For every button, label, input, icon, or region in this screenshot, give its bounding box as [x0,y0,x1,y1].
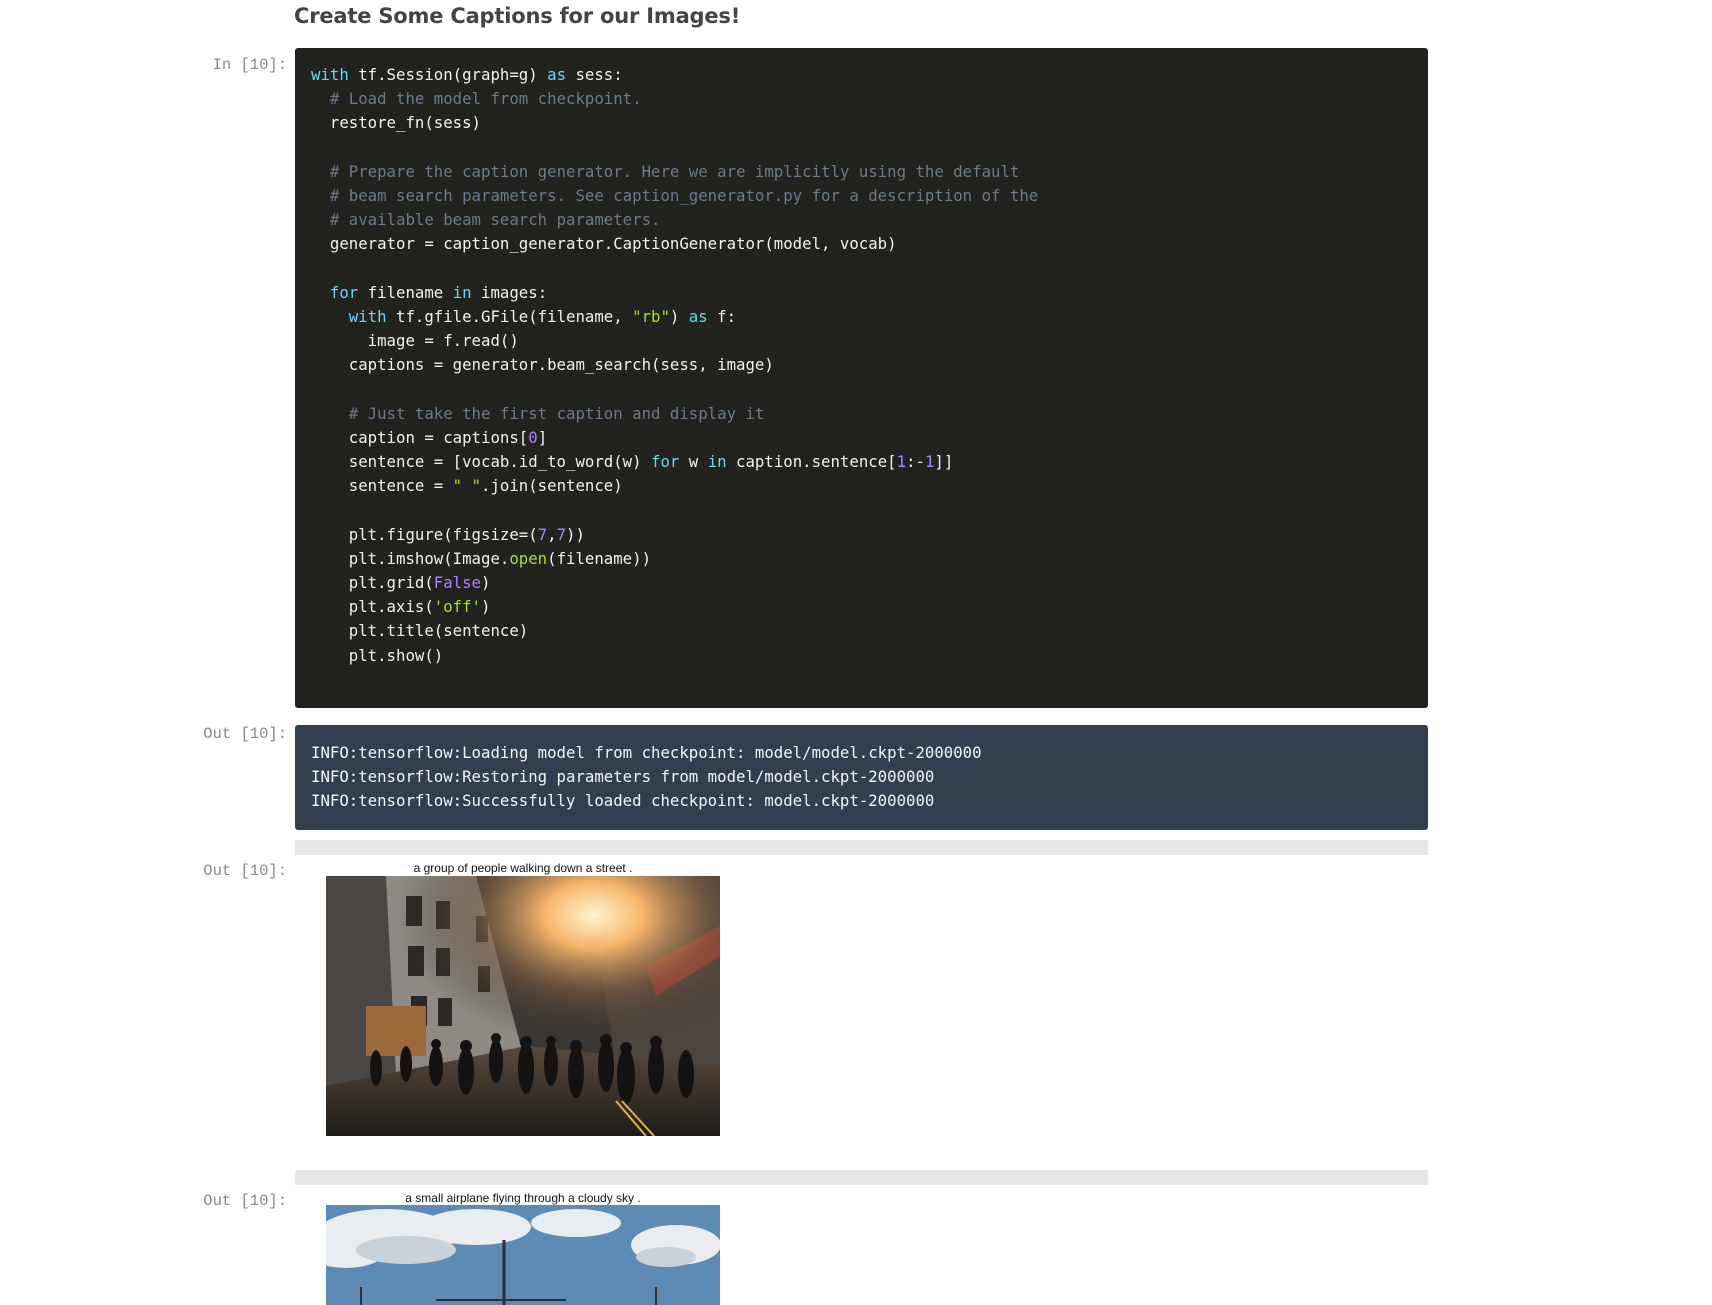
output-line: INFO:tensorflow:Successfully loaded chec… [311,791,935,811]
code-line: captions = generator.beam_search(sess, i… [311,355,774,375]
output-scroll-bar[interactable] [295,840,1428,855]
code-line: with tf.gfile.GFile(filename, "rb") as f… [348,306,737,326]
stream-output: INFO:tensorflow:Loading model from check… [295,725,1428,830]
city-street-crowd-photo [326,876,720,1136]
code-line: plt.title(sentence) [311,621,529,641]
code-line: sentence = " ".join(sentence) [311,476,623,496]
code-line: sentence = [vocab.id_to_word(w) for w in… [311,452,954,471]
code-line: plt.show() [311,645,444,665]
code-line: # Just take the first caption and displa… [348,403,765,423]
output-prompt: Out [10]: [203,1192,287,1210]
code-line: plt.imshow(Image.open(filename)) [311,548,652,568]
output-line: INFO:tensorflow:Loading model from check… [311,743,982,762]
code-line: restore_fn(sess) [311,113,482,133]
output-prompt: Out [10]: [203,725,287,743]
airplane-cloudy-sky-photo [326,1205,720,1305]
code-line: plt.figure(figsize=(7,7)) [311,524,585,544]
code-line: plt.axis('off') [311,597,491,617]
figure-caption: a small airplane flying through a cloudy… [405,1191,641,1205]
output-scroll-bar[interactable] [295,1170,1428,1185]
code-line: # Load the model from checkpoint. [329,89,642,109]
code-line: generator = caption_generator.CaptionGen… [311,234,897,254]
output-line: INFO:tensorflow:Restoring parameters fro… [311,767,935,787]
code-line: # beam search parameters. See caption_ge… [329,185,1039,205]
code-cell[interactable]: with tf.Session(graph=g) as sess: # Load… [295,48,1428,708]
code-line: for filename in images: [329,282,548,302]
code-line: plt.grid(False) [311,572,491,592]
code-line: with tf.Session(graph=g) as sess: [311,65,623,84]
figure-caption: a group of people walking down a street … [413,861,633,875]
code-line: image = f.read() [311,331,519,351]
input-prompt: In [10]: [212,56,287,74]
section-heading: Create Some Captions for our Images! [294,4,741,28]
code-line: # Prepare the caption generator. Here we… [329,161,1020,181]
code-line: caption = captions[0] [311,427,548,447]
code-line: # available beam search parameters. [329,210,661,230]
output-prompt: Out [10]: [203,862,287,880]
